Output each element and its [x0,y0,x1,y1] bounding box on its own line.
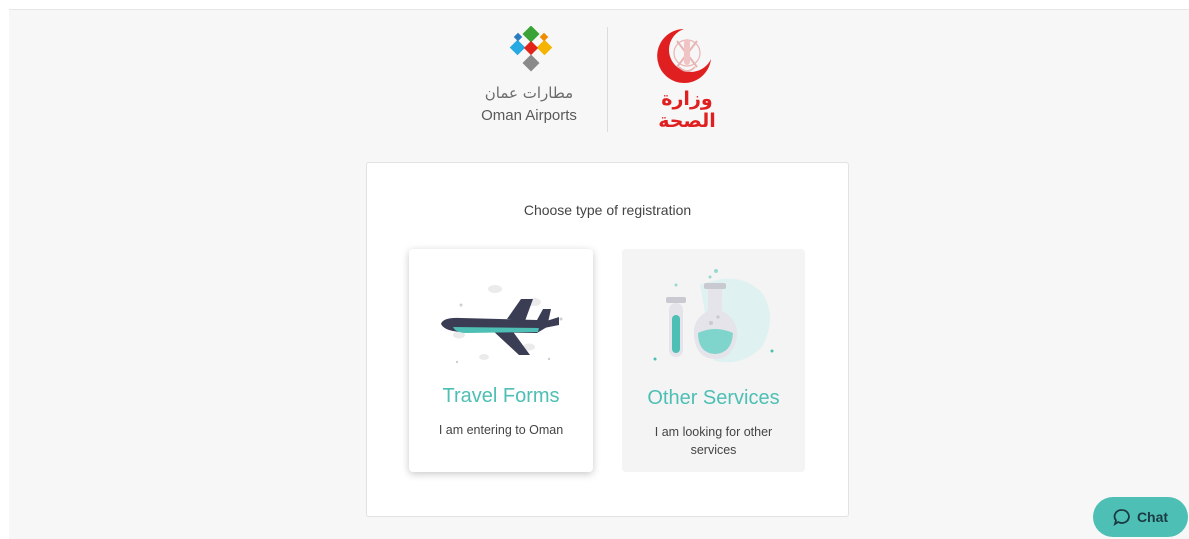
chat-button[interactable]: Chat [1093,497,1188,537]
ministry-of-health-arabic-name: وزارة الصحة [658,88,716,132]
other-services-card[interactable]: Other Services I am looking for other se… [622,249,805,472]
oman-airports-logo-icon [509,26,553,72]
ministry-of-health-logo: وزارة الصحة [635,22,745,132]
chat-label: Chat [1136,509,1169,525]
lab-flask-icon [653,269,774,363]
oman-airports-arabic-name: مطارات عمان [484,84,574,102]
airplane-icon [441,285,563,364]
header-logos: مطارات عمان Oman Airports وزارة الصحة [470,22,760,137]
travel-forms-card[interactable]: Travel Forms I am entering to Oman [409,249,593,472]
other-services-description: I am looking for other services [654,425,773,457]
oman-airports-logo: مطارات عمان Oman Airports [470,22,590,132]
travel-forms-heading: Travel Forms [442,385,560,407]
chat-bubble-icon [1113,509,1130,526]
oman-airports-english-name: Oman Airports [481,107,577,124]
registration-panel: Choose type of registration Travel Forms… [366,162,849,517]
travel-forms-description: I am entering to Oman [438,423,564,437]
logo-divider [607,27,608,132]
other-services-heading: Other Services [647,387,780,409]
oman-emblem-icon [657,29,711,83]
registration-title: Choose type of registration [523,202,692,218]
